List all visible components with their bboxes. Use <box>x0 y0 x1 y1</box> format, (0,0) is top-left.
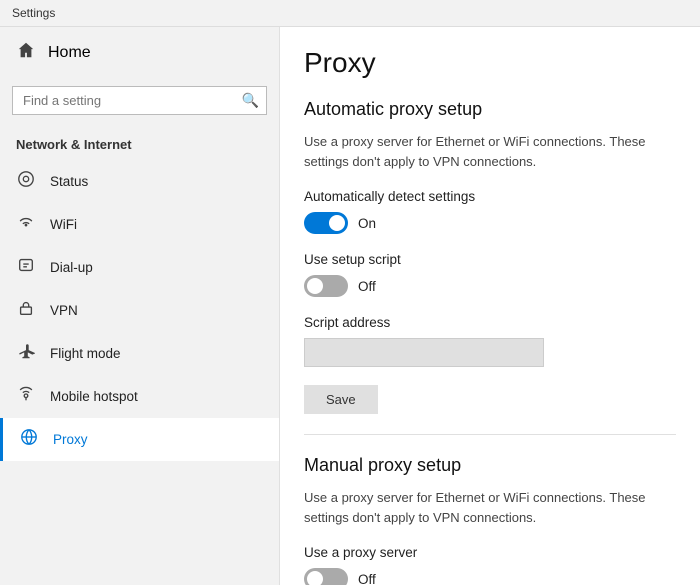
mobilehotspot-label: Mobile hotspot <box>50 389 138 404</box>
script-address-label: Script address <box>304 315 676 330</box>
sidebar: Home 🔍 Network & Internet Status <box>0 27 280 585</box>
proxy-label: Proxy <box>53 432 88 447</box>
setup-script-label: Use setup script <box>304 252 676 267</box>
use-proxy-toggle-row: Off <box>304 568 676 585</box>
sidebar-item-flightmode[interactable]: Flight mode <box>0 332 279 375</box>
auto-detect-toggle-row: On <box>304 212 676 234</box>
dialup-icon <box>16 256 36 279</box>
title-bar: Settings <box>0 0 700 27</box>
sidebar-item-mobilehotspot[interactable]: Mobile hotspot <box>0 375 279 418</box>
manual-section-title: Manual proxy setup <box>304 455 676 476</box>
auto-detect-toggle[interactable] <box>304 212 348 234</box>
mobilehotspot-icon <box>16 385 36 408</box>
auto-detect-label: Automatically detect settings <box>304 189 676 204</box>
home-icon <box>16 41 36 64</box>
flightmode-label: Flight mode <box>50 346 121 361</box>
sidebar-home-label: Home <box>48 44 91 62</box>
proxy-icon <box>19 428 39 451</box>
sidebar-item-dialup[interactable]: Dial-up <box>0 246 279 289</box>
script-address-row: Script address <box>304 315 676 367</box>
auto-detect-row: Automatically detect settings On <box>304 189 676 234</box>
automatic-section-title: Automatic proxy setup <box>304 99 676 120</box>
content-area: Proxy Automatic proxy setup Use a proxy … <box>280 27 700 585</box>
setup-script-toggle[interactable] <box>304 275 348 297</box>
use-proxy-status: Off <box>358 572 376 585</box>
search-box[interactable]: 🔍 <box>12 86 267 115</box>
auto-detect-status: On <box>358 216 376 231</box>
automatic-section-desc: Use a proxy server for Ethernet or WiFi … <box>304 132 676 171</box>
vpn-icon <box>16 299 36 322</box>
main-layout: Home 🔍 Network & Internet Status <box>0 27 700 585</box>
setup-script-status: Off <box>358 279 376 294</box>
sidebar-item-wifi[interactable]: WiFi <box>0 203 279 246</box>
dialup-label: Dial-up <box>50 260 93 275</box>
use-proxy-label: Use a proxy server <box>304 545 676 560</box>
sidebar-item-vpn[interactable]: VPN <box>0 289 279 332</box>
section-divider <box>304 434 676 435</box>
status-icon <box>16 170 36 193</box>
search-icon: 🔍 <box>242 92 259 109</box>
flightmode-icon <box>16 342 36 365</box>
script-address-input[interactable] <box>304 338 544 367</box>
sidebar-section-title: Network & Internet <box>0 123 279 160</box>
save-button[interactable]: Save <box>304 385 378 414</box>
use-proxy-toggle-knob <box>307 571 323 585</box>
setup-script-toggle-knob <box>307 278 323 294</box>
setup-script-toggle-row: Off <box>304 275 676 297</box>
page-title: Proxy <box>304 47 676 79</box>
wifi-icon <box>16 213 36 236</box>
auto-detect-toggle-knob <box>329 215 345 231</box>
sidebar-item-home[interactable]: Home <box>0 27 279 78</box>
sidebar-item-proxy[interactable]: Proxy <box>0 418 279 461</box>
search-input[interactable] <box>12 86 267 115</box>
title-bar-label: Settings <box>12 6 55 20</box>
setup-script-row: Use setup script Off <box>304 252 676 297</box>
sidebar-item-status[interactable]: Status <box>0 160 279 203</box>
wifi-label: WiFi <box>50 217 77 232</box>
vpn-label: VPN <box>50 303 78 318</box>
use-proxy-row: Use a proxy server Off <box>304 545 676 585</box>
manual-section-desc: Use a proxy server for Ethernet or WiFi … <box>304 488 676 527</box>
status-label: Status <box>50 174 88 189</box>
use-proxy-toggle[interactable] <box>304 568 348 585</box>
